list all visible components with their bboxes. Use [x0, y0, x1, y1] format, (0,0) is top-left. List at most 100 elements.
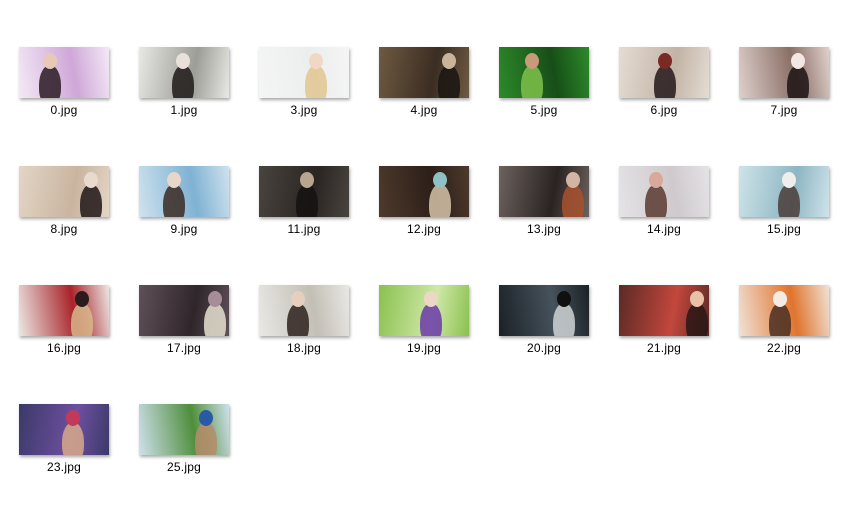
file-item[interactable]: 14.jpg — [609, 166, 729, 266]
file-item[interactable]: 4.jpg — [369, 47, 489, 147]
file-item[interactable]: 25.jpg — [129, 404, 249, 504]
thumbnail-face — [690, 291, 704, 307]
file-item[interactable]: 9.jpg — [129, 166, 249, 266]
file-item[interactable]: 6.jpg — [609, 47, 729, 147]
thumbnail-face — [176, 53, 190, 69]
thumbnail-figure — [438, 65, 460, 98]
image-thumbnail[interactable] — [19, 47, 109, 98]
image-thumbnail[interactable] — [259, 47, 349, 98]
thumbnail-figure — [553, 303, 575, 336]
image-thumbnail[interactable] — [619, 166, 709, 217]
file-name-label: 19.jpg — [407, 341, 441, 355]
file-item[interactable]: 0.jpg — [9, 47, 129, 147]
thumbnail-face — [208, 291, 222, 307]
thumbnail-face — [75, 291, 89, 307]
file-name-label: 16.jpg — [47, 341, 81, 355]
file-item[interactable]: 23.jpg — [9, 404, 129, 504]
image-thumbnail[interactable] — [139, 166, 229, 217]
file-name-label: 13.jpg — [527, 222, 561, 236]
image-thumbnail[interactable] — [499, 47, 589, 98]
file-item[interactable]: 3.jpg — [249, 47, 369, 147]
thumbnail-face — [442, 53, 456, 69]
thumbnail-figure — [787, 65, 809, 98]
image-thumbnail[interactable] — [499, 166, 589, 217]
file-item[interactable]: 13.jpg — [489, 166, 609, 266]
thumbnail-face — [309, 53, 323, 69]
file-name-label: 4.jpg — [410, 103, 438, 117]
image-thumbnail[interactable] — [19, 166, 109, 217]
thumbnail-figure — [71, 303, 93, 336]
file-item[interactable]: 20.jpg — [489, 285, 609, 385]
thumbnail-face — [782, 172, 796, 188]
thumbnail-face — [424, 291, 438, 307]
file-item[interactable]: 5.jpg — [489, 47, 609, 147]
image-thumbnail[interactable] — [379, 285, 469, 336]
thumbnail-face — [791, 53, 805, 69]
thumbnail-face — [43, 53, 57, 69]
thumbnail-figure — [654, 65, 676, 98]
file-name-label: 8.jpg — [50, 222, 78, 236]
file-item[interactable]: 21.jpg — [609, 285, 729, 385]
file-item[interactable]: 1.jpg — [129, 47, 249, 147]
file-name-label: 17.jpg — [167, 341, 201, 355]
file-name-label: 5.jpg — [530, 103, 558, 117]
image-thumbnail[interactable] — [139, 404, 229, 455]
file-name-label: 9.jpg — [170, 222, 198, 236]
thumbnail-figure — [562, 184, 584, 217]
thumbnail-face — [291, 291, 305, 307]
thumbnail-figure — [39, 65, 61, 98]
file-name-label: 11.jpg — [287, 222, 321, 236]
file-name-label: 20.jpg — [527, 341, 561, 355]
image-thumbnail[interactable] — [619, 285, 709, 336]
image-thumbnail[interactable] — [379, 166, 469, 217]
thumbnail-face — [167, 172, 181, 188]
file-name-label: 23.jpg — [47, 460, 81, 474]
file-name-label: 21.jpg — [647, 341, 681, 355]
file-name-label: 25.jpg — [167, 460, 201, 474]
thumbnail-figure — [62, 422, 84, 455]
image-thumbnail[interactable] — [19, 404, 109, 455]
file-item[interactable]: 17.jpg — [129, 285, 249, 385]
file-item[interactable]: 22.jpg — [729, 285, 848, 385]
file-item[interactable]: 8.jpg — [9, 166, 129, 266]
thumbnail-figure — [769, 303, 791, 336]
file-item[interactable]: 7.jpg — [729, 47, 848, 147]
thumbnail-figure — [778, 184, 800, 217]
file-item[interactable]: 12.jpg — [369, 166, 489, 266]
thumbnail-figure — [287, 303, 309, 336]
thumbnail-figure — [80, 184, 102, 217]
file-name-label: 15.jpg — [767, 222, 801, 236]
image-thumbnail[interactable] — [139, 285, 229, 336]
image-thumbnail[interactable] — [379, 47, 469, 98]
thumbnail-figure — [195, 422, 217, 455]
file-name-label: 12.jpg — [407, 222, 441, 236]
file-name-label: 3.jpg — [290, 103, 318, 117]
thumbnail-face — [557, 291, 571, 307]
thumbnail-figure — [645, 184, 667, 217]
image-thumbnail[interactable] — [259, 166, 349, 217]
file-name-label: 22.jpg — [767, 341, 801, 355]
file-item[interactable]: 16.jpg — [9, 285, 129, 385]
image-thumbnail[interactable] — [619, 47, 709, 98]
thumbnail-figure — [163, 184, 185, 217]
thumbnail-face — [433, 172, 447, 188]
thumbnail-figure — [686, 303, 708, 336]
file-name-label: 7.jpg — [770, 103, 798, 117]
file-item[interactable]: 15.jpg — [729, 166, 848, 266]
image-thumbnail[interactable] — [739, 166, 829, 217]
image-thumbnail[interactable] — [139, 47, 229, 98]
thumbnail-face — [649, 172, 663, 188]
thumbnail-face — [773, 291, 787, 307]
image-thumbnail[interactable] — [259, 285, 349, 336]
thumbnail-figure — [296, 184, 318, 217]
image-thumbnail[interactable] — [499, 285, 589, 336]
image-thumbnail[interactable] — [739, 47, 829, 98]
file-item[interactable]: 19.jpg — [369, 285, 489, 385]
image-thumbnail[interactable] — [739, 285, 829, 336]
file-name-label: 14.jpg — [647, 222, 681, 236]
file-name-label: 0.jpg — [50, 103, 78, 117]
thumbnail-face — [66, 410, 80, 426]
file-item[interactable]: 18.jpg — [249, 285, 369, 385]
image-thumbnail[interactable] — [19, 285, 109, 336]
file-item[interactable]: 11.jpg — [249, 166, 369, 266]
